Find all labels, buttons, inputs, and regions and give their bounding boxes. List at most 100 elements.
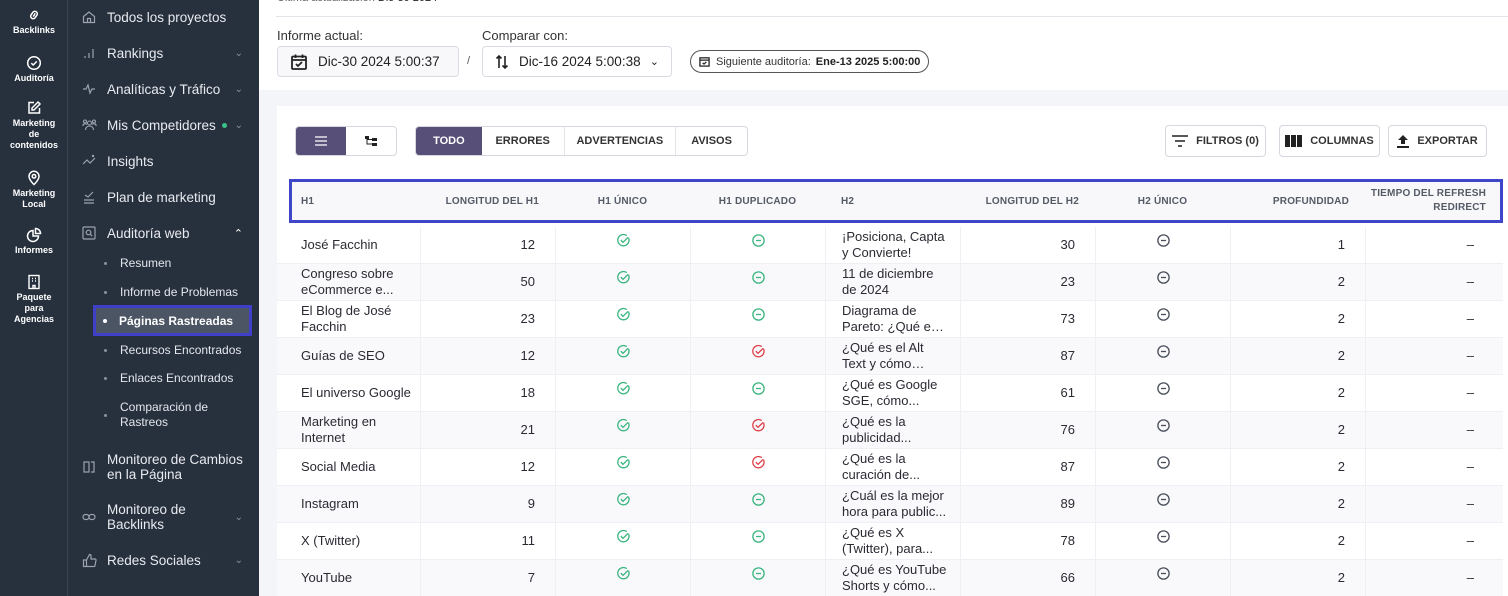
- check-circle-icon: [616, 307, 631, 326]
- cell-h2-length: 66: [960, 560, 1095, 596]
- col-h1-length[interactable]: LONGITUD DEL H1: [420, 182, 555, 220]
- minus-circle-icon: [1156, 455, 1171, 474]
- cell-h2-unique: [1095, 375, 1230, 411]
- cell-depth: 2: [1230, 412, 1365, 448]
- cell-refresh-redirect: –: [1365, 227, 1500, 263]
- table-row[interactable]: Social Media 12 ¿Qué es la curación de... 8…: [277, 449, 1503, 486]
- table-row[interactable]: Instagram 9 ¿Cuál es la mejor hora para pu…: [277, 486, 1503, 523]
- table-row[interactable]: Guías de SEO 12 ¿Qué es el Alt Text y cómo…: [277, 338, 1503, 375]
- current-report-field[interactable]: Dic-30 2024 5:00:37: [277, 46, 459, 77]
- rail-marketing-contenidos[interactable]: Marketing de contenidos: [0, 100, 68, 151]
- tree-view-button[interactable]: [346, 127, 396, 155]
- bar-chart-icon: [81, 45, 97, 61]
- table-row[interactable]: José Facchin 12 ¡Posiciona, Capta y Convie…: [277, 227, 1503, 264]
- cell-h1-length: 23: [420, 301, 555, 337]
- cell-h1-unique: [555, 338, 690, 374]
- chevron-down-icon: ⌄: [649, 56, 659, 68]
- table-row[interactable]: Marketing en Internet 21 ¿Qué es la public…: [277, 412, 1503, 449]
- table-row[interactable]: El universo Google 18 ¿Qué es Google SGE, …: [277, 375, 1503, 412]
- nav-item-monitoreo-backlinks[interactable]: Monitoreo de Backlinks ⌄: [68, 502, 259, 532]
- tab-errores[interactable]: ERRORES: [482, 127, 564, 155]
- nav-item-todos-proyectos[interactable]: Todos los proyectos: [68, 8, 259, 26]
- cell-h2-length: 23: [960, 264, 1095, 300]
- cell-depth: 2: [1230, 375, 1365, 411]
- columns-button[interactable]: COLUMNAS: [1279, 125, 1380, 157]
- col-refresh-redirect[interactable]: TIEMPO DEL REFRESH REDIRECT: [1365, 182, 1500, 220]
- nav-item-plan-marketing[interactable]: Plan de marketing: [68, 188, 259, 206]
- nav-sub-paginas-rastreadas[interactable]: Páginas Rastreadas: [93, 305, 252, 336]
- cell-h2-length: 30: [960, 227, 1095, 263]
- check-circle-icon: [616, 492, 631, 511]
- cell-h2: ¿Qué es la curación de...: [825, 449, 960, 485]
- upload-icon: [1397, 134, 1410, 148]
- cell-h1-length: 7: [420, 560, 555, 596]
- col-h1-duplicate[interactable]: H1 DUPLICADO: [690, 182, 825, 220]
- table-row[interactable]: El Blog de José Facchin 23 Diagrama de Par…: [277, 301, 1503, 338]
- tab-avisos[interactable]: AVISOS: [675, 127, 747, 155]
- cell-h1-length: 50: [420, 264, 555, 300]
- cell-h1-duplicate: [690, 449, 825, 485]
- table-row[interactable]: X (Twitter) 11 ¿Qué es X (Twitter), para..…: [277, 523, 1503, 560]
- nav-sub-resumen[interactable]: Resumen: [94, 254, 254, 272]
- export-button[interactable]: EXPORTAR: [1388, 125, 1487, 157]
- cell-h2: ¡Posiciona, Capta y Convierte!: [825, 227, 960, 263]
- nav-item-auditoria-web[interactable]: Auditoría web ⌃: [68, 224, 259, 242]
- minus-circle-icon: [751, 492, 766, 511]
- nav-sub-enlaces[interactable]: Enlaces Encontrados: [94, 369, 254, 387]
- cell-h2: ¿Qué es Google SGE, cómo...: [825, 375, 960, 411]
- columns-icon: [1285, 135, 1303, 147]
- cell-refresh-redirect: –: [1365, 449, 1500, 485]
- sparkline-icon: [81, 153, 97, 169]
- rail-marketing-local[interactable]: Marketing Local: [0, 170, 68, 210]
- nav-item-redes-sociales[interactable]: Redes Sociales ⌄: [68, 551, 259, 569]
- rail-backlinks[interactable]: Backlinks: [0, 7, 68, 36]
- edit-icon: [28, 100, 42, 114]
- nav-sub-recursos[interactable]: Recursos Encontrados: [94, 341, 254, 359]
- icon-rail: Backlinks Auditoría Marketing de conteni…: [0, 0, 68, 596]
- current-report-label: Informe actual:: [277, 28, 363, 43]
- nav-sub-comparacion[interactable]: Comparación de Rastreos: [94, 399, 254, 431]
- col-h1[interactable]: H1: [301, 182, 314, 220]
- col-h2[interactable]: H2: [841, 182, 854, 220]
- table-row[interactable]: YouTube 7 ¿Qué es YouTube Shorts y cómo...…: [277, 560, 1503, 596]
- tab-todo[interactable]: TODO: [416, 127, 482, 155]
- nav-item-insights[interactable]: Insights: [68, 152, 259, 170]
- cell-depth: 2: [1230, 523, 1365, 559]
- cell-h2: 11 de diciembre de 2024: [825, 264, 960, 300]
- cell-h1-duplicate: [690, 486, 825, 522]
- cell-h1: Instagram: [301, 496, 359, 511]
- cell-h2-unique: [1095, 486, 1230, 522]
- rail-paquete-agencias[interactable]: Paquete para Agencias: [0, 274, 68, 325]
- cell-refresh-redirect: –: [1365, 338, 1500, 374]
- cell-h1: YouTube: [301, 570, 353, 585]
- filter-icon: [1172, 135, 1189, 147]
- check-circle-icon: [616, 566, 631, 585]
- compare-select[interactable]: Dic-16 2024 5:00:38 ⌄: [482, 46, 672, 77]
- nav-item-mis-competidores[interactable]: Mis Competidores ⌄: [68, 116, 259, 134]
- nav-sub-informe-problemas[interactable]: Informe de Problemas: [94, 283, 254, 301]
- tab-advertencias[interactable]: ADVERTENCIAS: [563, 127, 676, 155]
- col-h1-unique[interactable]: H1 ÚNICO: [555, 182, 690, 220]
- nav-item-rankings[interactable]: Rankings ⌄: [68, 44, 259, 62]
- pulse-icon: [81, 81, 97, 97]
- nav-item-monitoreo-cambios[interactable]: Monitoreo de Cambios en la Página: [68, 451, 259, 483]
- table-row[interactable]: Congreso sobre eCommerce e... 50 11 de dic…: [277, 264, 1503, 301]
- nav-item-analiticas[interactable]: Analíticas y Tráfico ⌄: [68, 80, 259, 98]
- rail-informes[interactable]: Informes: [0, 227, 68, 256]
- minus-circle-icon: [751, 566, 766, 585]
- cell-h1-duplicate: [690, 338, 825, 374]
- col-h2-length[interactable]: LONGITUD DEL H2: [960, 182, 1095, 220]
- list-view-button[interactable]: [296, 127, 346, 155]
- separator: /: [467, 55, 471, 67]
- col-h2-unique[interactable]: H2 ÚNICO: [1095, 182, 1230, 220]
- rail-auditoria[interactable]: Auditoría: [0, 55, 68, 84]
- cell-h1-length: 11: [420, 523, 555, 559]
- thumbs-up-icon: [81, 552, 97, 568]
- check-circle-icon: [616, 344, 631, 363]
- cell-h1-length: 18: [420, 375, 555, 411]
- col-depth[interactable]: PROFUNDIDAD: [1230, 182, 1365, 220]
- filters-button[interactable]: FILTROS (0): [1165, 125, 1266, 157]
- minus-circle-icon: [1156, 418, 1171, 437]
- search-box-icon: [81, 225, 97, 241]
- cell-h2: ¿Qué es la publicidad...: [825, 412, 960, 448]
